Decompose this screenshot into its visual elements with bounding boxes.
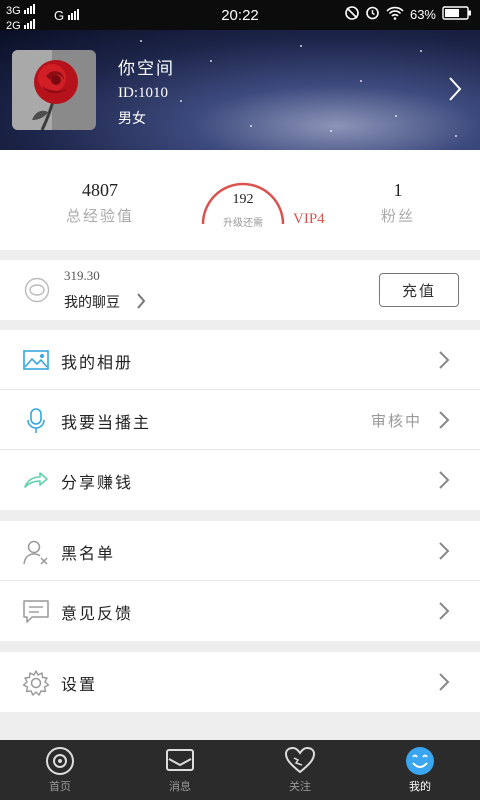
battery-percent: 63% <box>409 6 436 22</box>
menu-group-secondary: 黑名单 意见反馈 <box>0 521 480 641</box>
alarm-icon <box>365 5 380 23</box>
menu-item-host[interactable]: 我要当播主 审核中 <box>0 390 480 450</box>
gear-icon <box>22 669 50 696</box>
blocked-user-icon <box>22 538 50 565</box>
recharge-button[interactable]: 充值 <box>379 273 459 307</box>
experience-value: 4807 <box>82 180 118 200</box>
menu-item-settings[interactable]: 设置 <box>0 652 480 712</box>
feedback-icon <box>22 598 50 624</box>
chevron-right-icon[interactable] <box>448 76 462 106</box>
rose-avatar-image <box>12 50 96 130</box>
home-camera-icon <box>45 746 75 780</box>
bottom-nav: 首页 消息 关注 我的 <box>0 740 480 800</box>
wifi-icon <box>386 6 404 23</box>
nav-label: 首页 <box>49 780 71 793</box>
chevron-right-icon <box>136 292 146 314</box>
upgrade-label: 升级还需 <box>223 218 263 229</box>
menu-label: 意见反馈 <box>61 604 134 623</box>
wallet-row[interactable]: 319.30 我的聊豆 充值 <box>0 260 480 320</box>
nav-tab-home[interactable]: 首页 <box>0 740 120 800</box>
profile-name: 你空间 <box>118 59 175 79</box>
experience-label: 总经验值 <box>65 207 134 225</box>
fans-label: 粉丝 <box>380 207 415 225</box>
battery-icon <box>442 5 472 23</box>
chevron-right-icon <box>438 541 450 565</box>
menu-item-album[interactable]: 我的相册 <box>0 330 480 390</box>
menu-item-share[interactable]: 分享赚钱 <box>0 450 480 510</box>
nav-tab-follow[interactable]: 关注 <box>240 740 360 800</box>
silent-icon <box>345 5 359 23</box>
host-status: 审核中 <box>370 412 422 430</box>
image-icon <box>22 347 50 373</box>
chevron-right-icon <box>438 470 450 494</box>
envelope-icon <box>165 746 195 778</box>
fans-value: 1 <box>393 180 403 200</box>
coin-icon <box>24 277 50 307</box>
menu-item-feedback[interactable]: 意见反馈 <box>0 581 480 641</box>
nav-label: 我的 <box>409 780 431 793</box>
profile-gender: 男女 <box>118 111 146 127</box>
chevron-right-icon <box>438 410 450 434</box>
menu-label: 黑名单 <box>61 544 116 563</box>
vip-level: VIP4 <box>293 211 325 227</box>
nav-tab-mine[interactable]: 我的 <box>360 740 480 800</box>
nav-label: 消息 <box>169 780 191 793</box>
menu-label: 设置 <box>61 675 98 694</box>
chevron-right-icon <box>438 672 450 696</box>
wallet-amount: 319.30 <box>64 268 100 283</box>
wallet-label: 我的聊豆 <box>64 295 120 311</box>
share-arrow-icon <box>22 467 50 493</box>
microphone-icon <box>22 407 50 433</box>
menu-group-settings: 设置 <box>0 652 480 712</box>
profile-id: ID:1010 <box>118 85 168 101</box>
menu-label: 我的相册 <box>61 353 134 372</box>
menu-group-main: 我的相册 我要当播主 审核中 分享赚钱 <box>0 330 480 510</box>
chevron-right-icon <box>438 601 450 625</box>
nav-tab-messages[interactable]: 消息 <box>120 740 240 800</box>
nav-label: 关注 <box>289 780 311 793</box>
stats-panel: 4807 总经验值 192 升级还需 VIP4 1 粉丝 <box>0 150 480 250</box>
mine-smile-icon <box>405 746 435 780</box>
menu-label: 分享赚钱 <box>61 473 134 492</box>
profile-header[interactable]: 你空间 ID:1010 男女 <box>0 30 480 150</box>
heart-icon <box>284 746 316 778</box>
menu-label: 我要当播主 <box>61 413 152 432</box>
status-bar: 3G 2G G 20:22 63% <box>0 0 480 32</box>
menu-item-blacklist[interactable]: 黑名单 <box>0 521 480 581</box>
avatar[interactable] <box>12 50 96 130</box>
upgrade-value: 192 <box>232 192 254 207</box>
chevron-right-icon <box>438 350 450 374</box>
